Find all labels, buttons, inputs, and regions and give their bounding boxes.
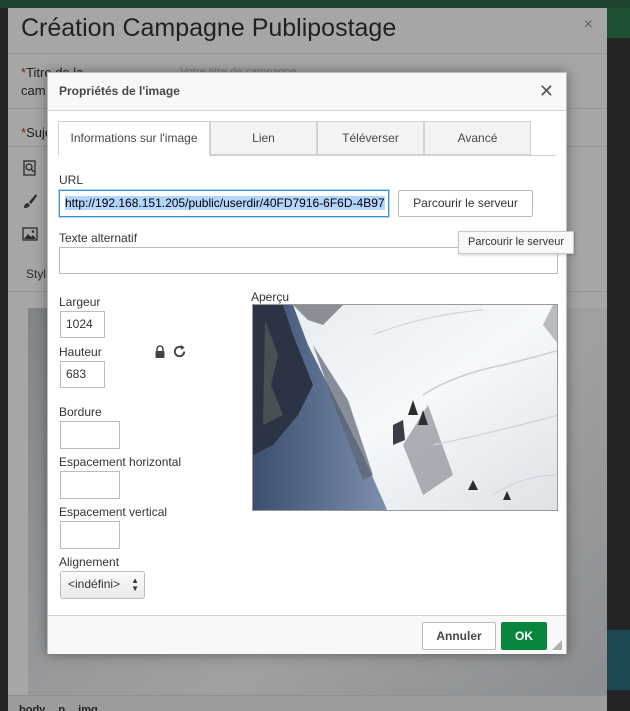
hspace-input[interactable]: [60, 471, 120, 499]
lock-ratio-icon[interactable]: [153, 345, 167, 359]
width-input[interactable]: 1024: [60, 311, 105, 338]
preview-label: Aperçu: [251, 290, 290, 304]
dialog-title: Propriétés de l'image: [59, 84, 180, 98]
height-input[interactable]: 683: [60, 361, 105, 388]
url-label: URL: [59, 173, 84, 187]
select-arrows-icon: ▲ ▼: [131, 576, 139, 593]
height-label: Hauteur: [59, 345, 102, 359]
tab-advanced[interactable]: Avancé: [424, 121, 531, 155]
resize-grip-icon[interactable]: [552, 640, 562, 650]
hspace-label: Espacement horizontal: [59, 455, 182, 469]
alignment-select[interactable]: <indéfini> ▲ ▼: [60, 571, 145, 599]
browse-server-button[interactable]: Parcourir le serveur: [398, 190, 533, 217]
tab-link[interactable]: Lien: [210, 121, 317, 155]
cancel-button[interactable]: Annuler: [422, 622, 496, 650]
image-preview: [252, 304, 558, 511]
dialog-tabs: Informations sur l'image Lien Téléverser…: [58, 121, 558, 156]
dialog-footer: Annuler OK: [48, 615, 566, 654]
alt-text-label: Texte alternatif: [59, 231, 138, 245]
alignment-label: Alignement: [59, 555, 120, 569]
ok-button[interactable]: OK: [501, 622, 547, 650]
border-input[interactable]: [60, 421, 120, 449]
url-input[interactable]: http://192.168.151.205/public/userdir/40…: [59, 190, 389, 217]
vspace-input[interactable]: [60, 521, 120, 549]
alignment-value: <indéfini>: [68, 577, 121, 591]
url-value: http://192.168.151.205/public/userdir/40…: [65, 196, 385, 210]
dialog-header: Propriétés de l'image ✕: [48, 73, 566, 111]
width-label: Largeur: [59, 295, 101, 309]
image-properties-dialog: Propriétés de l'image ✕ Informations sur…: [47, 72, 574, 654]
close-icon[interactable]: ✕: [539, 81, 554, 102]
preview-image: [253, 305, 557, 510]
reset-size-icon[interactable]: [172, 344, 187, 359]
vspace-label: Espacement vertical: [59, 505, 168, 519]
tooltip: Parcourir le serveur: [458, 231, 574, 254]
tab-image-info[interactable]: Informations sur l'image: [58, 121, 210, 156]
border-label: Bordure: [59, 405, 102, 419]
tab-upload[interactable]: Téléverser: [317, 121, 424, 155]
